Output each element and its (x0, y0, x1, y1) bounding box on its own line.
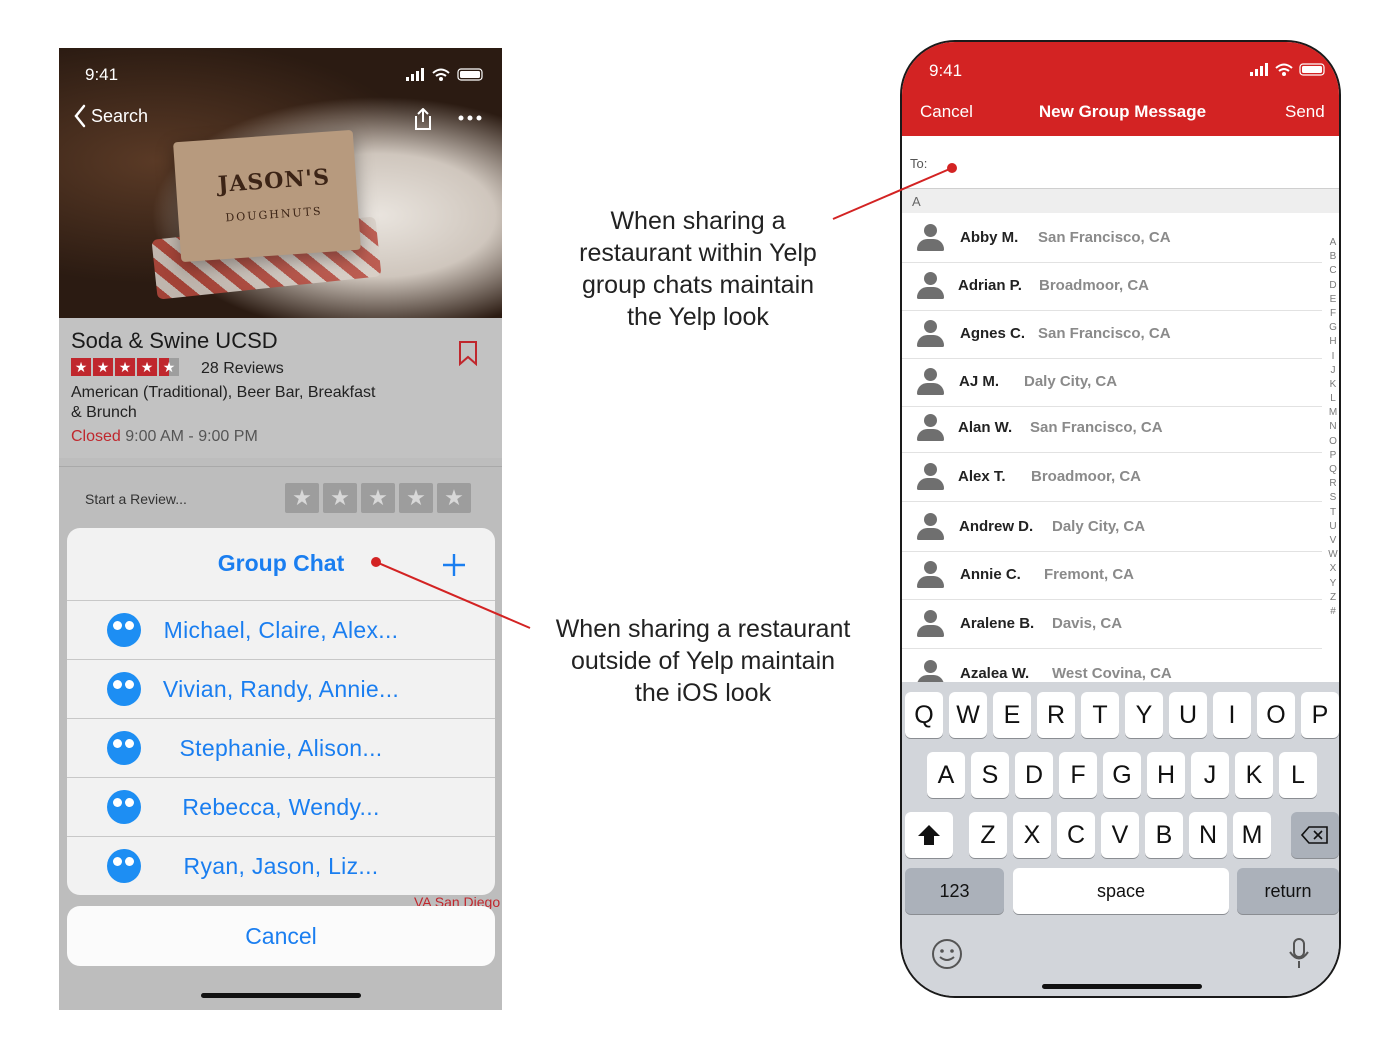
yelp-annotation-dot (947, 163, 957, 173)
ios-note-line: When sharing a restaurant (555, 615, 851, 643)
ios-annotation-dot (371, 557, 381, 567)
ios-annotation: When sharing a restaurant outside of Yel… (533, 613, 873, 709)
ios-note-line: the iOS look (634, 679, 772, 707)
yelp-annotation-line (832, 167, 953, 220)
ios-annotation-line (375, 561, 531, 629)
yelp-note-line: the Yelp look (627, 303, 769, 331)
yelp-note-line: group chats maintain (581, 271, 815, 299)
annotation-lines (371, 163, 957, 629)
yelp-note-line: When sharing a (610, 207, 786, 235)
yelp-note-line: restaurant within Yelp (579, 239, 817, 267)
ios-note-line: outside of Yelp maintain (570, 647, 836, 675)
yelp-annotation: When sharing a restaurant within Yelp gr… (548, 205, 848, 333)
